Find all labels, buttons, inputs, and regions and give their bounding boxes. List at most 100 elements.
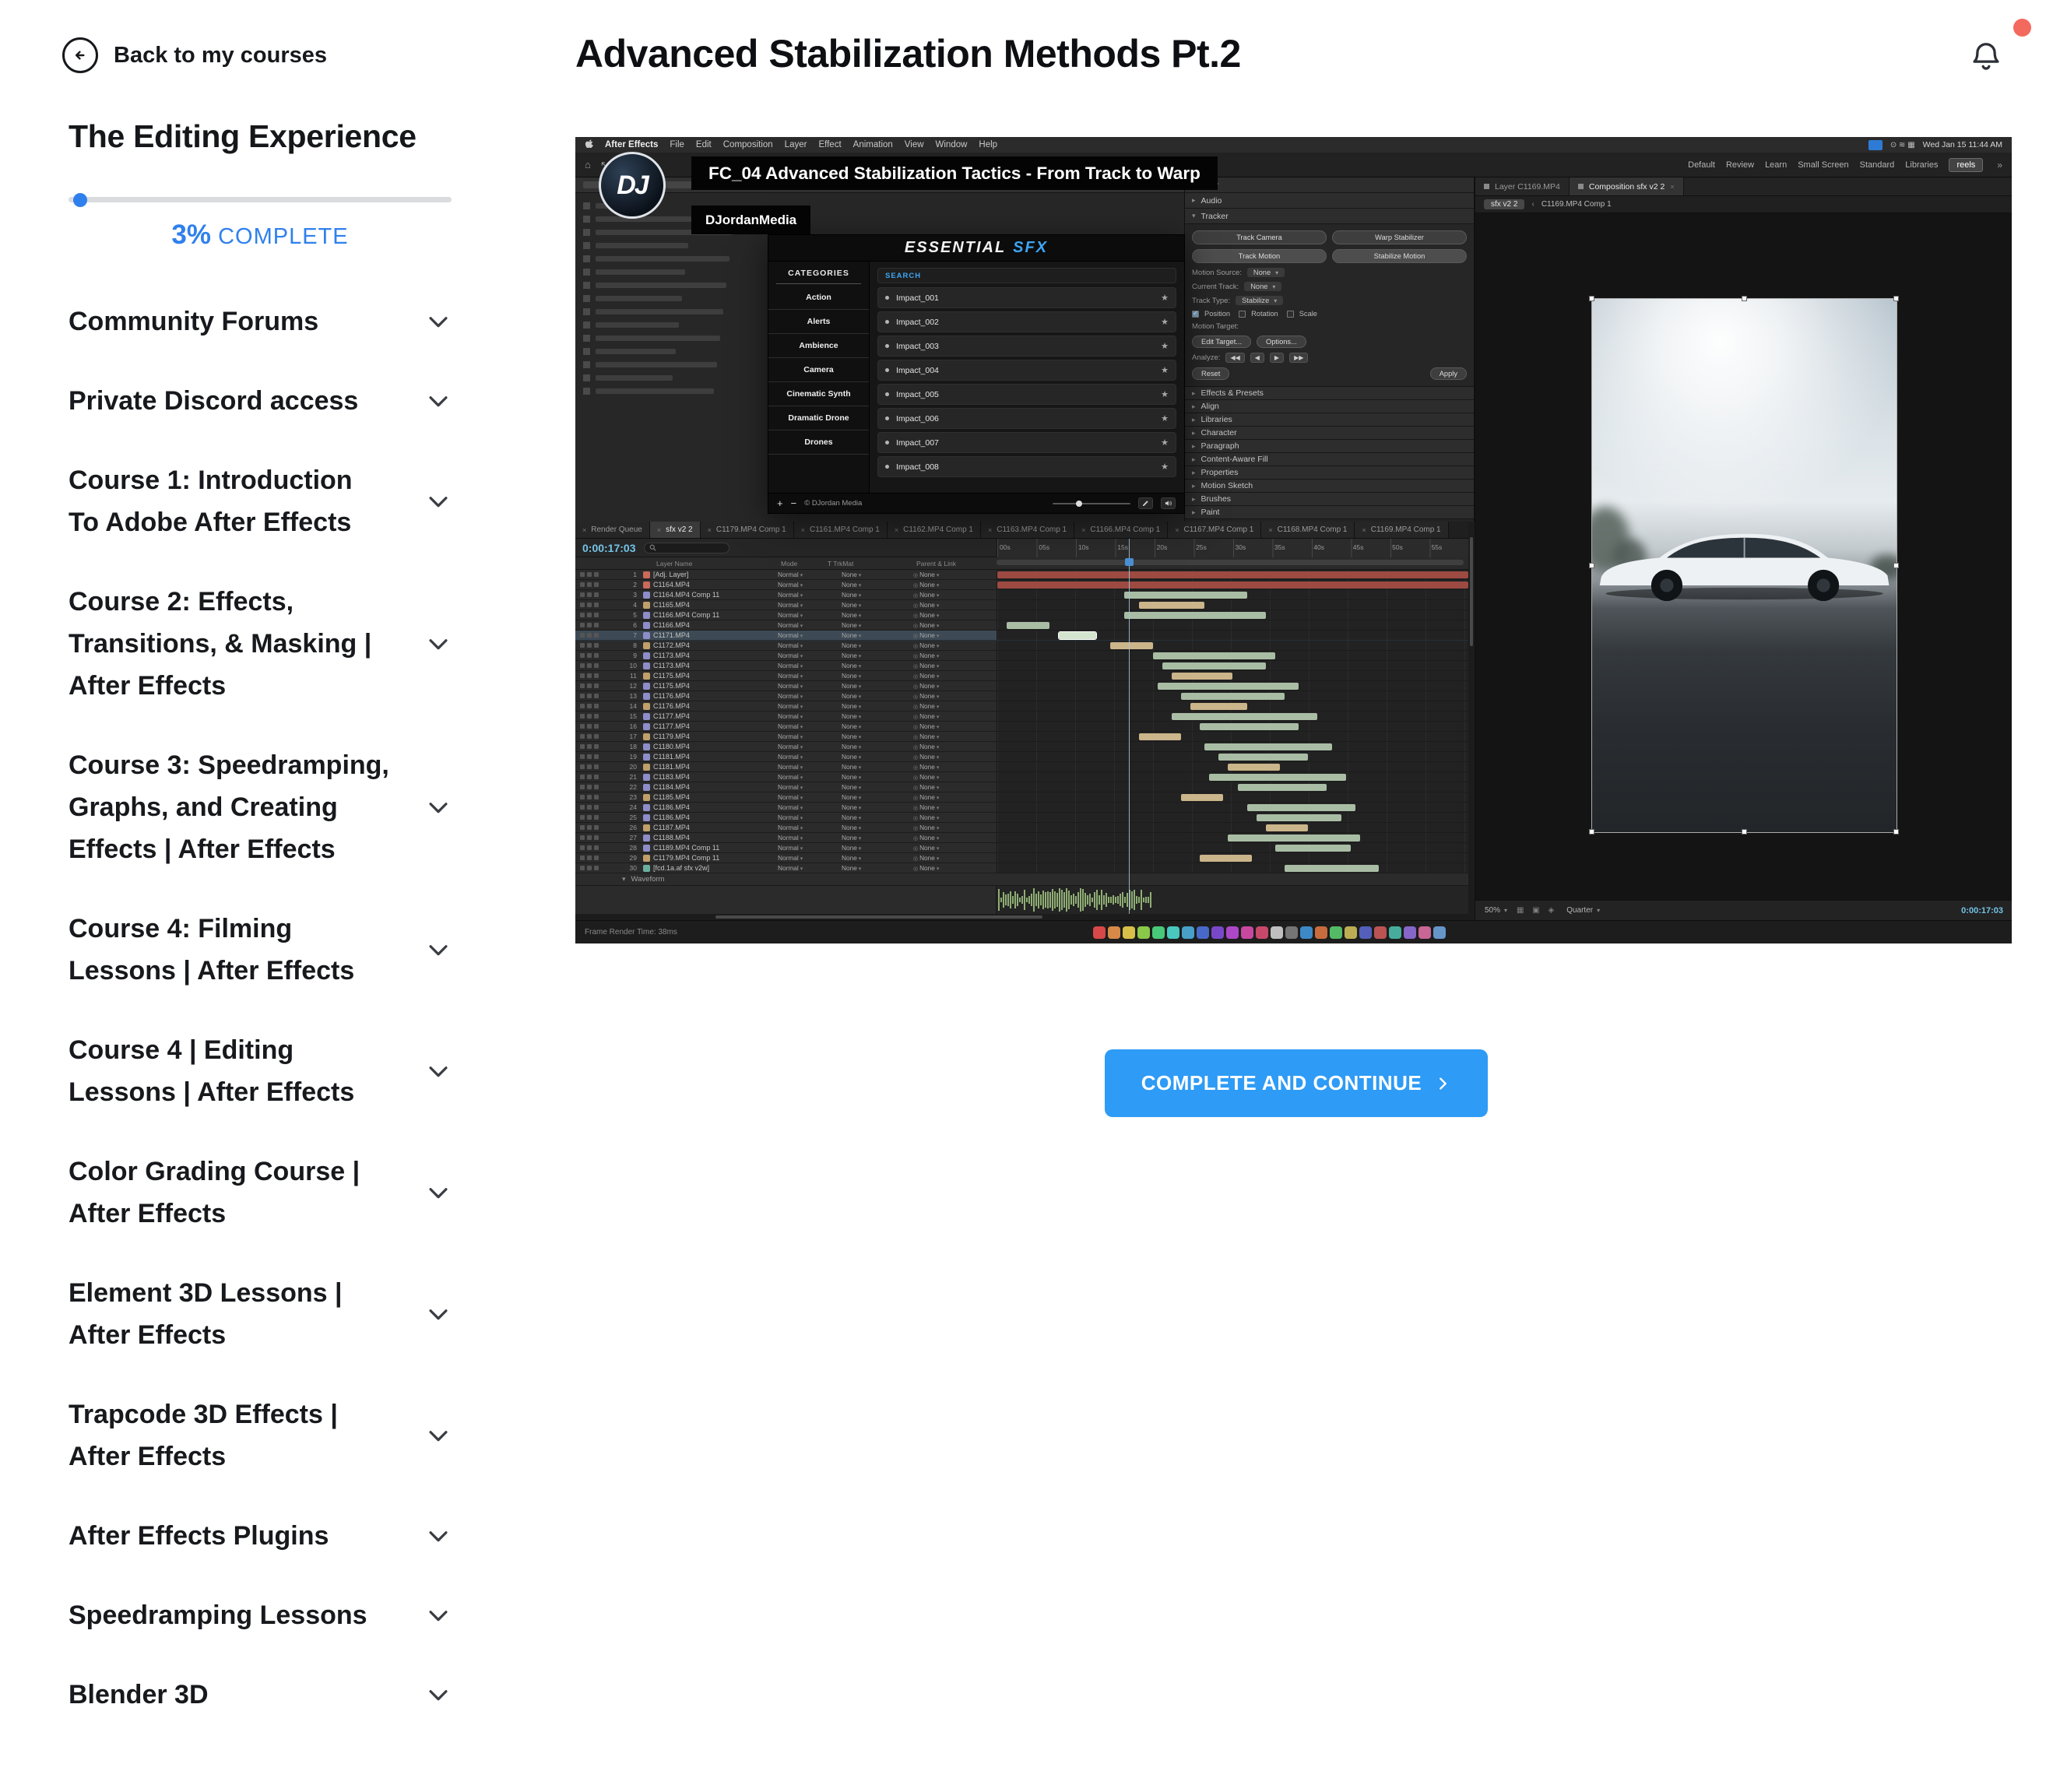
sidebar-section-speedramping-lessons[interactable]: Speedramping Lessons: [69, 1576, 452, 1655]
sidebar-section-element-3d-lessons-after-effects[interactable]: Element 3D Lessons | After Effects: [69, 1253, 452, 1375]
panel-header-properties: ▸Properties: [1185, 466, 1474, 480]
sidebar-section-course-1-introduction-to-adobe-after-effects[interactable]: Course 1: Introduction To Adobe After Ef…: [69, 441, 452, 562]
menu-item-edit: Edit: [696, 140, 712, 149]
timeline-tab-label: C1167.MP4 Comp 1: [1184, 525, 1254, 534]
sfx-item-name: Impact_008: [896, 462, 1154, 472]
layer-label-color: [639, 804, 653, 811]
layer-mode-dropdown: Normal: [778, 854, 826, 862]
back-to-courses-button[interactable]: Back to my courses: [62, 37, 452, 73]
timeline-tab-label: C1179.MP4 Comp 1: [716, 525, 786, 534]
layer-parent-dropdown: None: [913, 803, 997, 811]
ruler-label: 50s: [1392, 543, 1403, 551]
timeline-layer-row: 22C1184.MP4NormalNoneNone: [575, 782, 1468, 792]
sidebar-section-color-grading-course-after-effects[interactable]: Color Grading Course | After Effects: [69, 1132, 452, 1253]
sfx-category-action: Action: [768, 286, 869, 310]
layer-duration-bars: [997, 671, 1468, 680]
timeline-layer-row: 7C1171.MP4NormalNoneNone: [575, 631, 1468, 641]
layer-number: 1: [620, 571, 639, 578]
twirl-icon: ▸: [1192, 429, 1196, 437]
progress-percent: 3%: [171, 220, 211, 250]
course-title: The Editing Experience: [69, 118, 452, 155]
sidebar-section-label: Course 1: Introduction To Adobe After Ef…: [69, 459, 389, 543]
layer-mode-dropdown: Normal: [778, 631, 826, 639]
layer-trkmat-dropdown: None: [842, 813, 884, 821]
layer-duration-bars: [997, 813, 1468, 822]
layer-toggle-icons: [575, 815, 620, 820]
timeline-layer-row: 5C1166.MP4 Comp 11NormalNoneNone: [575, 610, 1468, 620]
sidebar-section-label: Trapcode 3D Effects | After Effects: [69, 1393, 389, 1478]
layer-mode-dropdown: Normal: [778, 803, 826, 811]
speaker-icon: [1161, 497, 1176, 509]
layer-mode-dropdown: Normal: [778, 763, 826, 771]
playhead-line: [1129, 539, 1130, 914]
composition-video-frame: [1592, 299, 1897, 832]
sidebar-section-community-forums[interactable]: Community Forums: [69, 282, 452, 361]
layer-mode-dropdown: Normal: [778, 581, 826, 589]
sidebar-section-private-discord-access[interactable]: Private Discord access: [69, 361, 452, 441]
timeline-tab-label: Render Queue: [591, 525, 642, 534]
notifications-bell-button[interactable]: [1968, 39, 2004, 75]
layer-duration-bars: [997, 691, 1468, 701]
layer-parent-dropdown: None: [913, 844, 997, 852]
layer-parent-dropdown: None: [913, 601, 997, 609]
layer-duration-bars: [997, 782, 1468, 792]
screen-record-icon: [1868, 140, 1882, 150]
twirl-icon: ▸: [1192, 508, 1196, 517]
layer-trkmat-dropdown: None: [842, 793, 884, 801]
layer-mode-dropdown: Normal: [778, 733, 826, 740]
sidebar-section-blender-3d[interactable]: Blender 3D: [69, 1655, 452, 1734]
layer-label-color: [639, 855, 653, 862]
layer-toggle-icons: [575, 775, 620, 779]
chevron-down-icon: [425, 308, 452, 335]
layer-number: 5: [620, 611, 639, 619]
sidebar-section-course-2-effects-transitions-masking-after-effects[interactable]: Course 2: Effects, Transitions, & Maskin…: [69, 562, 452, 726]
layer-toggle-icons: [575, 785, 620, 789]
twirl-open-icon: ▾: [622, 875, 626, 884]
sfx-item-impact-002: Impact_002★: [877, 311, 1176, 332]
ruler-label: 45s: [1353, 543, 1364, 551]
track-type-label: Track Type:: [1192, 297, 1230, 305]
layer-toggle-icons: [575, 734, 620, 739]
layer-toggle-icons: [575, 603, 620, 607]
star-icon: ★: [1161, 293, 1169, 303]
timeline-layer-row: 25C1186.MP4NormalNoneNone: [575, 813, 1468, 823]
layer-number: 17: [620, 733, 639, 740]
chevron-down-icon: [425, 388, 452, 414]
lesson-video-player[interactable]: After EffectsFileEditCompositionLayerEff…: [575, 137, 2012, 943]
motion-source-dropdown: None: [1247, 268, 1285, 277]
motion-source-label: Motion Source:: [1192, 269, 1242, 277]
timeline-tab-label: C1169.MP4 Comp 1: [1371, 525, 1441, 534]
layer-toggle-icons: [575, 764, 620, 769]
sidebar-section-course-4-editing-lessons-after-effects[interactable]: Course 4 | Editing Lessons | After Effec…: [69, 1010, 452, 1132]
course-sections-list: Community ForumsPrivate Discord access Co…: [69, 282, 452, 1734]
audio-waveform: [998, 886, 1468, 914]
apple-icon: [585, 139, 593, 151]
sidebar-section-after-effects-plugins[interactable]: After Effects Plugins: [69, 1496, 452, 1576]
column-layer-name: Layer Name: [656, 560, 692, 567]
rotation-checkbox: [1239, 311, 1246, 318]
timeline-layer-row: 15C1177.MP4NormalNoneNone: [575, 712, 1468, 722]
layer-label-color: [639, 764, 653, 771]
layer-trkmat-dropdown: None: [842, 682, 884, 690]
menu-item-layer: Layer: [785, 140, 807, 149]
course-sidebar: Back to my courses The Editing Experienc…: [0, 0, 490, 1792]
ae-menubar: After EffectsFileEditCompositionLayerEff…: [575, 137, 2012, 153]
layer-mode-dropdown: Normal: [778, 753, 826, 761]
complete-and-continue-button[interactable]: COMPLETE AND CONTINUE: [1105, 1049, 1488, 1117]
layer-trkmat-dropdown: None: [842, 581, 884, 589]
sidebar-section-course-3-speedramping-graphs-and-creating-effects-after-effects[interactable]: Course 3: Speedramping, Graphs, and Crea…: [69, 726, 452, 889]
scale-label: Scale: [1299, 310, 1317, 318]
layer-name: C1176.MP4: [653, 702, 778, 710]
sidebar-section-course-4-filming-lessons-after-effects[interactable]: Course 4: Filming Lessons | After Effect…: [69, 889, 452, 1010]
layer-name: C1180.MP4: [653, 743, 778, 750]
sidebar-section-trapcode-3d-effects-after-effects[interactable]: Trapcode 3D Effects | After Effects: [69, 1375, 452, 1496]
sfx-item-impact-001: Impact_001★: [877, 287, 1176, 308]
layer-label-color: [639, 683, 653, 690]
layer-trkmat-dropdown: None: [842, 601, 884, 609]
timeline-tab-c1161-mp4-comp-1: ×C1161.MP4 Comp 1: [794, 522, 888, 538]
sidebar-section-label: After Effects Plugins: [69, 1515, 329, 1557]
sfx-search-label: SEARCH: [885, 272, 921, 280]
panel-header-paint: ▸Paint: [1185, 506, 1474, 519]
timeline-layer-row: 19C1181.MP4NormalNoneNone: [575, 752, 1468, 762]
layer-number: 3: [620, 591, 639, 599]
